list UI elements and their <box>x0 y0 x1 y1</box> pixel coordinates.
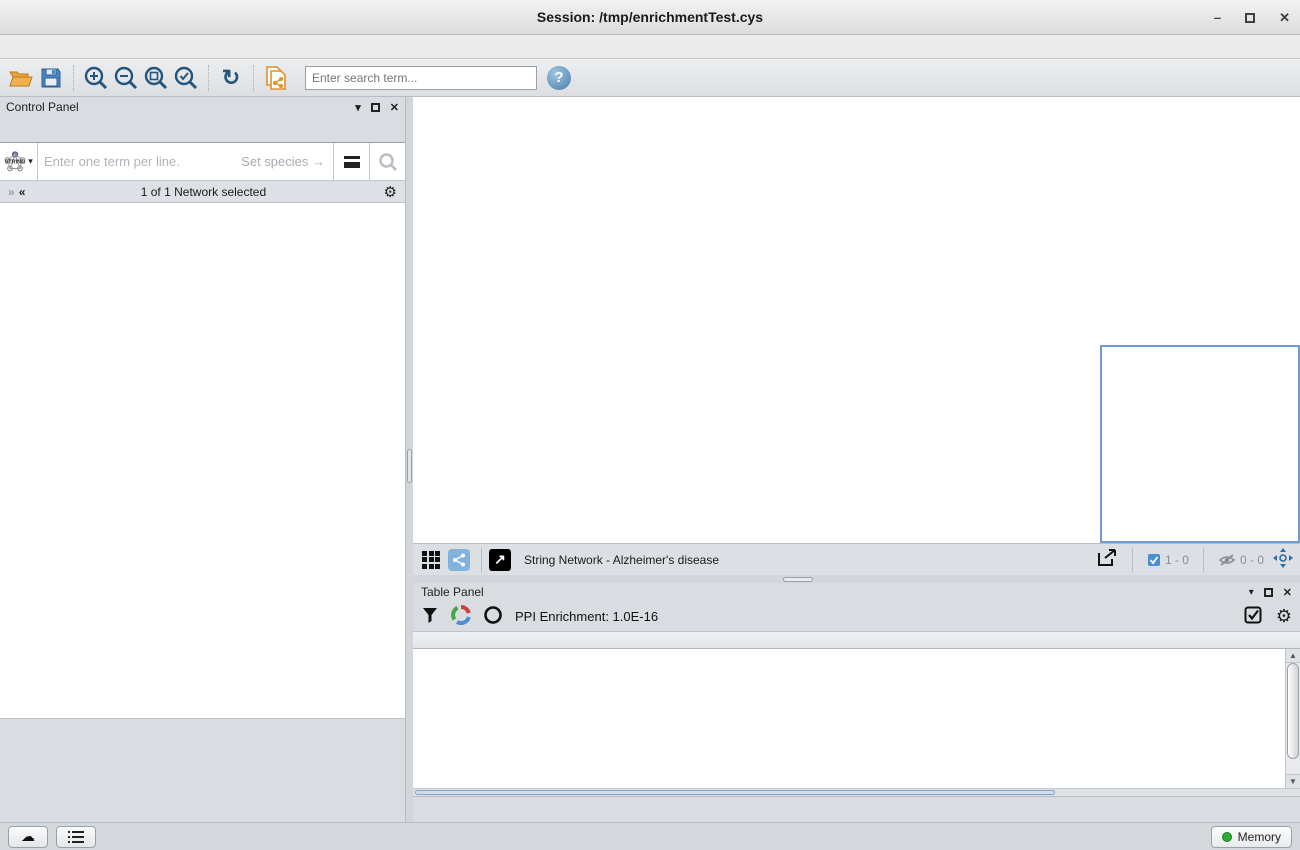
panel-close-icon[interactable]: ✕ <box>390 101 399 114</box>
import-network-icon[interactable] <box>261 63 291 93</box>
zoom-out-icon[interactable] <box>111 63 141 93</box>
table-settings-gear-icon[interactable]: ⚙ <box>1276 606 1292 627</box>
network-title: String Network - Alzheimer's disease <box>524 553 1096 567</box>
title-bar: Session: /tmp/enrichmentTest.cys – ✕ <box>0 0 1300 35</box>
table-float-icon[interactable]: ▾ <box>1249 587 1254 598</box>
table-undock-icon[interactable] <box>1264 588 1273 597</box>
help-icon[interactable]: ? <box>547 66 571 90</box>
query-input[interactable]: Enter one term per line. <box>38 143 241 180</box>
query-options-icon[interactable] <box>333 143 369 180</box>
zoom-in-icon[interactable] <box>81 63 111 93</box>
hidden-eye-icon <box>1218 553 1236 567</box>
string-query-bar: STRING ▾ Enter one term per line. Set sp… <box>0 143 405 181</box>
control-panel: Control Panel ▾ ✕ STRING ▾ Enter one ter… <box>0 97 406 822</box>
horizontal-splitter[interactable] <box>413 575 1300 583</box>
table-panel: Table Panel ▾ ✕ PPI Enrichment: 1.0E-16 … <box>413 583 1300 822</box>
network-selection-bar: » « 1 of 1 Network selected ⚙ <box>0 181 405 203</box>
memory-button[interactable]: Memory <box>1211 826 1292 848</box>
table-header <box>413 631 1300 649</box>
search-input[interactable] <box>305 66 537 90</box>
reset-charts-icon[interactable] <box>483 605 503 628</box>
panel-float-icon[interactable]: ▾ <box>355 101 361 114</box>
maximize-button[interactable] <box>1245 13 1255 23</box>
main-area: Control Panel ▾ ✕ STRING ▾ Enter one ter… <box>0 97 1300 822</box>
network-tree <box>0 203 405 719</box>
selected-nodes-counter: 1 - 0 <box>1147 553 1189 567</box>
checkbox-icon <box>1147 553 1161 567</box>
memory-label: Memory <box>1238 830 1281 844</box>
main-toolbar: ↻ ? <box>0 59 1300 97</box>
close-button[interactable]: ✕ <box>1279 10 1290 26</box>
table-close-icon[interactable]: ✕ <box>1283 586 1292 599</box>
navigate-compass-icon[interactable] <box>1272 547 1294 572</box>
export-network-icon[interactable] <box>1096 548 1118 571</box>
birdseye-toggle-icon[interactable] <box>419 548 443 572</box>
open-in-string-icon[interactable]: ↗ <box>488 548 512 572</box>
draw-charts-icon[interactable] <box>451 605 471 628</box>
enrichment-table: ▲▼ <box>413 649 1300 788</box>
species-hint[interactable]: Set species → <box>241 154 333 169</box>
zoom-selected-icon[interactable] <box>171 63 201 93</box>
ppi-enrichment-value: PPI Enrichment: 1.0E-16 <box>515 609 658 624</box>
vertical-splitter[interactable] <box>406 97 413 822</box>
table-vertical-scrollbar[interactable]: ▲▼ <box>1285 649 1300 788</box>
panel-undock-icon[interactable] <box>371 103 380 112</box>
string-source-selector[interactable]: STRING ▾ <box>0 143 38 180</box>
query-search-icon[interactable] <box>369 143 405 180</box>
table-panel-tabs <box>413 796 1300 822</box>
control-panel-tabs <box>0 117 405 143</box>
birdseye-view[interactable] <box>1100 345 1300 543</box>
refresh-icon[interactable]: ↻ <box>216 63 246 93</box>
hidden-nodes-counter: 0 - 0 <box>1218 553 1264 567</box>
collapse-all-icon[interactable]: » <box>8 185 13 199</box>
network-selected-status: 1 of 1 Network selected <box>23 185 383 199</box>
network-view-toolbar: ↗ String Network - Alzheimer's disease 1… <box>413 543 1300 575</box>
status-bar: ☁ Memory <box>0 822 1300 850</box>
open-session-button[interactable] <box>6 63 36 93</box>
minimize-button[interactable]: – <box>1214 10 1221 25</box>
window-title: Session: /tmp/enrichmentTest.cys <box>537 9 763 25</box>
select-rows-checkbox-icon[interactable] <box>1244 606 1262 627</box>
table-horizontal-scrollbar[interactable] <box>413 788 1300 796</box>
control-panel-title: Control Panel <box>6 100 79 114</box>
zoom-fit-icon[interactable] <box>141 63 171 93</box>
network-canvas[interactable] <box>413 97 1300 543</box>
task-history-button[interactable] <box>56 826 96 848</box>
memory-status-dot <box>1222 832 1232 842</box>
network-options-gear-icon[interactable]: ⚙ <box>384 183 397 201</box>
svg-text:STRING: STRING <box>5 159 26 165</box>
cloud-tasks-button[interactable]: ☁ <box>8 826 48 848</box>
string-share-icon[interactable] <box>447 548 471 572</box>
filter-icon[interactable] <box>421 606 439 627</box>
menu-bar <box>0 35 1300 59</box>
save-session-button[interactable] <box>36 63 66 93</box>
table-panel-title: Table Panel <box>421 585 484 599</box>
